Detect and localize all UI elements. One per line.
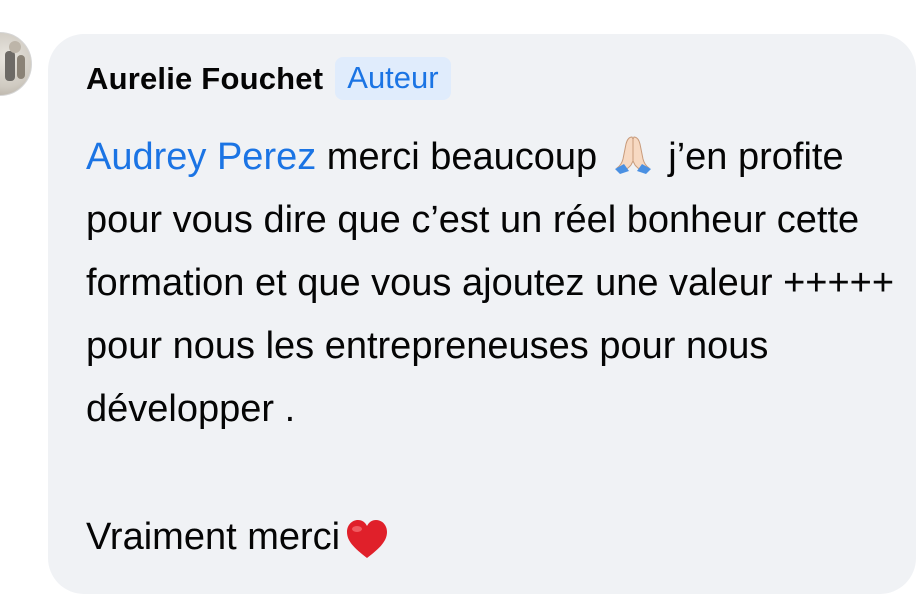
author-badge: Auteur bbox=[335, 57, 451, 100]
comment-header: Aurelie Fouchet Auteur bbox=[86, 57, 451, 100]
author-name[interactable]: Aurelie Fouchet bbox=[86, 61, 323, 97]
avatar[interactable] bbox=[0, 32, 32, 96]
closing-line: Vraiment merci bbox=[86, 506, 390, 569]
mention-link[interactable]: Audrey Perez bbox=[86, 136, 316, 178]
red-heart-icon bbox=[344, 517, 388, 559]
comment-text-part1: merci beaucoup bbox=[316, 136, 608, 178]
closing-text: Vraiment merci bbox=[86, 516, 341, 558]
comment-text-part2: j’en profite pour vous dire que c’est un… bbox=[86, 136, 895, 430]
comment-text: Audrey Perez merci beaucoup j’en profite… bbox=[86, 126, 896, 441]
comment-bubble: Aurelie Fouchet Auteur Audrey Perez merc… bbox=[48, 34, 916, 594]
folded-hands-icon bbox=[612, 132, 654, 174]
